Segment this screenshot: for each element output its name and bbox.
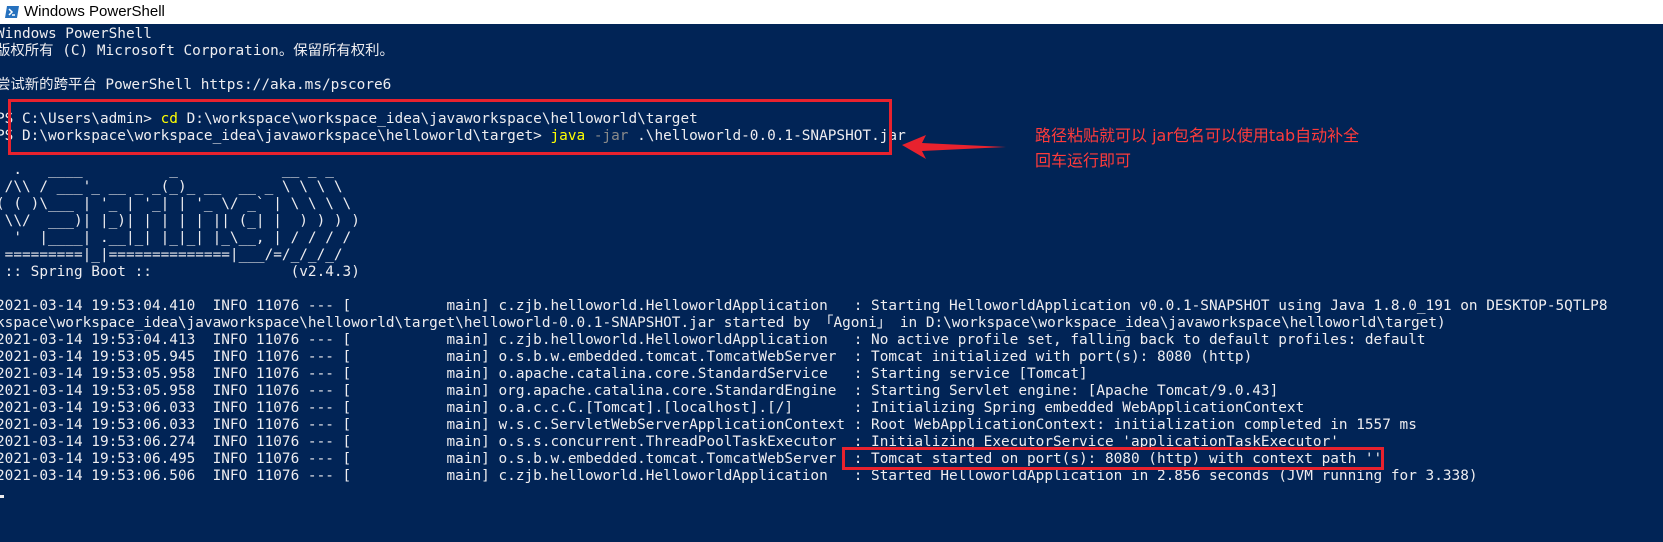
spring-banner-line: . ____ _ __ _ _ — [0, 162, 334, 178]
log-line: 2021-03-14 19:53:04.413 INFO 11076 --- [… — [0, 332, 1426, 348]
annotation-line: 路径粘贴就可以 jar包名可以使用tab自动补全 — [1035, 126, 1360, 145]
powershell-icon — [5, 6, 19, 18]
spring-banner-line: =========|_|==============|___/=/_/_/_/ — [0, 247, 343, 263]
log-line: 2021-03-14 19:53:05.945 INFO 11076 --- [… — [0, 349, 1253, 365]
log-line: 2021-03-14 19:53:06.506 INFO 11076 --- [… — [0, 468, 1478, 484]
annotation-note: 路径粘贴就可以 jar包名可以使用tab自动补全 回车运行即可 — [1035, 123, 1359, 173]
console-header-line: 尝试新的跨平台 PowerShell https://aka.ms/pscore… — [0, 77, 392, 93]
spring-banner-line: ( ( )\___ | '_ | '_| | '_ \/ _` | \ \ \ … — [0, 196, 352, 212]
title-bar: Windows PowerShell — [0, 0, 1663, 24]
log-line: 2021-03-14 19:53:06.033 INFO 11076 --- [… — [0, 417, 1417, 433]
spring-banner-line: /\\ / ___'_ __ _ _(_)_ __ __ _ \ \ \ \ — [0, 179, 343, 195]
annotation-line: 回车运行即可 — [1035, 151, 1132, 170]
text-cursor — [0, 495, 4, 498]
log-line: 2021-03-14 19:53:05.958 INFO 11076 --- [… — [0, 383, 1279, 399]
tomcat-started-highlight-box — [842, 447, 1384, 470]
spring-banner-line: ' |____| .__|_| |_|_| |_\__, | / / / / — [0, 230, 352, 246]
log-line: 2021-03-14 19:53:05.958 INFO 11076 --- [… — [0, 366, 1088, 382]
console-header-line: Windows PowerShell — [0, 26, 152, 42]
spring-boot-version: :: Spring Boot :: (v2.4.3) — [0, 264, 360, 280]
spring-banner-line: \\/ ___)| |_)| | | | | || (_| | ) ) ) ) — [0, 213, 360, 229]
log-line: 2021-03-14 19:53:06.033 INFO 11076 --- [… — [0, 400, 1305, 416]
log-line: workspace\workspace_idea\javaworkspace\h… — [0, 315, 1446, 331]
window-title: Windows PowerShell — [24, 3, 165, 20]
console-header-line: 版权所有 (C) Microsoft Corporation。保留所有权利。 — [0, 43, 394, 59]
log-line: 2021-03-14 19:53:04.410 INFO 11076 --- [… — [0, 298, 1608, 314]
annotation-arrow-icon — [902, 135, 1006, 159]
command-highlight-box — [8, 99, 892, 155]
